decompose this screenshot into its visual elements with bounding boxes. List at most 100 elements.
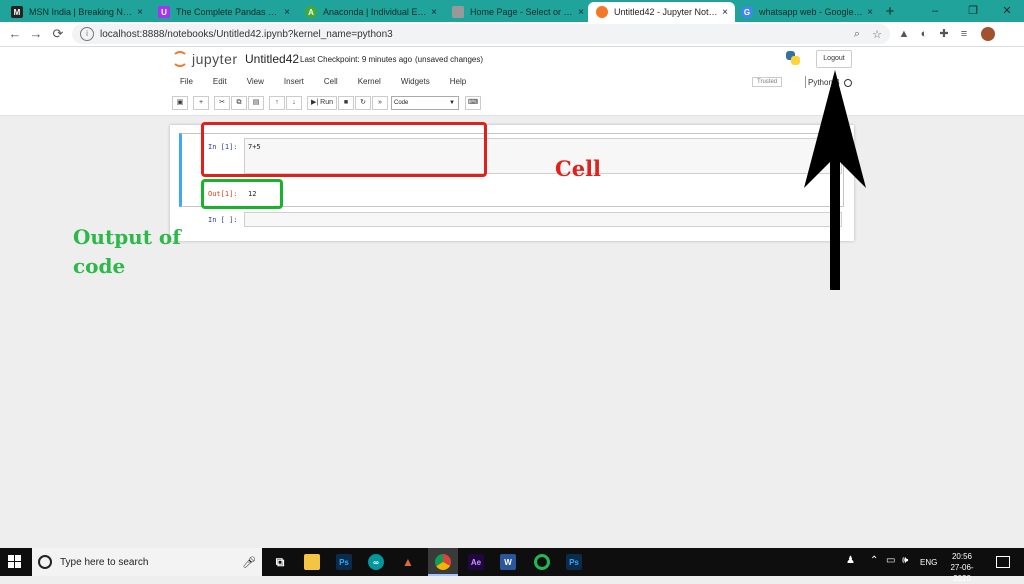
info-icon[interactable]: i (80, 27, 94, 41)
menu-kernel[interactable]: Kernel (348, 74, 391, 90)
logout-button[interactable]: Logout (816, 50, 852, 68)
move-down-icon[interactable]: ↓ (286, 96, 302, 110)
jupyter-icon (596, 6, 608, 18)
paste-icon[interactable]: ▤ (248, 96, 264, 110)
tab-title: Anaconda | Individual Edition (323, 7, 428, 17)
puzzle-extensions-icon[interactable]: ✚ (936, 26, 952, 42)
menu-file[interactable]: File (170, 74, 203, 90)
tab-google-search[interactable]: G whatsapp web - Google Search × (733, 2, 880, 22)
anaconda-icon: A (305, 6, 317, 18)
close-icon[interactable]: × (428, 7, 440, 18)
zoom-icon[interactable]: ⌕ (854, 28, 860, 41)
windows-start-icon[interactable] (8, 555, 22, 569)
back-icon[interactable]: ← (6, 25, 24, 43)
maximize-button[interactable]: ❐ (956, 2, 990, 20)
close-icon[interactable]: × (575, 7, 587, 18)
jupyter-logo[interactable]: jupyter (172, 51, 238, 67)
notebook-name[interactable]: Untitled42 (245, 52, 299, 66)
run-icon: ▶| (311, 99, 319, 106)
menu-bar: File Edit View Insert Cell Kernel Widget… (170, 74, 476, 90)
language-indicator[interactable]: ENG (920, 558, 937, 567)
spinner-app-icon[interactable] (532, 552, 552, 572)
tab-msn[interactable]: M MSN India | Breaking News, Enterta × (3, 2, 150, 22)
close-icon[interactable]: × (134, 7, 146, 18)
move-up-icon[interactable]: ↑ (269, 96, 285, 110)
profile-avatar[interactable] (981, 27, 995, 41)
tab-strip: M MSN India | Breaking News, Enterta × U… (0, 0, 1024, 22)
stop-icon[interactable]: ■ (338, 96, 354, 110)
python-icon (786, 51, 800, 65)
menu-widgets[interactable]: Widgets (391, 74, 440, 90)
window-close-button[interactable]: ✕ (990, 2, 1024, 20)
bookmark-star-icon[interactable]: ☆ (872, 28, 882, 41)
url-input[interactable]: i localhost:8888/notebooks/Untitled42.ip… (72, 24, 890, 44)
menu-cell[interactable]: Cell (314, 74, 348, 90)
close-icon[interactable]: × (864, 7, 876, 18)
taskbar-search-input[interactable]: Type here to search 🎤︎ (32, 548, 262, 576)
close-icon[interactable]: × (719, 7, 731, 18)
extension-warning-icon[interactable]: ▲ (896, 26, 912, 42)
run-button[interactable]: ▶| Run (307, 96, 337, 110)
menu-insert[interactable]: Insert (274, 74, 314, 90)
copy-icon[interactable]: ⧉ (231, 96, 247, 110)
tab-title: The Complete Pandas Bootcamp (176, 7, 281, 17)
tab-anaconda[interactable]: A Anaconda | Individual Edition × (297, 2, 444, 22)
google-icon: G (741, 6, 753, 18)
restart-icon[interactable]: ↻ (355, 96, 371, 110)
volume-icon[interactable]: 🕪︎ (902, 555, 908, 566)
menu-view[interactable]: View (237, 74, 274, 90)
photoshop-icon[interactable]: Ps (334, 552, 354, 572)
reload-icon[interactable]: ⟳ (49, 25, 67, 43)
close-icon[interactable]: × (281, 7, 293, 18)
cell-type-value: Code (394, 100, 409, 106)
menu-help[interactable]: Help (440, 74, 476, 90)
menu-edit[interactable]: Edit (203, 74, 237, 90)
cut-icon[interactable]: ✂ (214, 96, 230, 110)
notification-icon[interactable] (996, 556, 1010, 568)
page-icon (452, 6, 464, 18)
cell-type-select[interactable]: Code ▼ (391, 96, 459, 110)
trusted-badge[interactable]: Trusted (752, 77, 783, 87)
tab-title: whatsapp web - Google Search (759, 7, 864, 17)
after-effects-icon[interactable]: Ae (466, 552, 486, 572)
tab-home-page[interactable]: Home Page - Select or create a × (444, 2, 591, 22)
minimize-button[interactable]: – (918, 2, 952, 20)
forward-icon[interactable]: → (27, 25, 45, 43)
empty-cell-input[interactable] (244, 212, 842, 227)
chrome-icon[interactable] (433, 552, 453, 572)
cell-highlight-box (201, 122, 487, 177)
extension-circle-icon[interactable]: ◐ (916, 26, 932, 42)
arduino-icon[interactable]: ∞ (366, 552, 386, 572)
windows-taskbar: Type here to search 🎤︎ ⧉ Ps ∞ ▲ Ae W Ps … (0, 548, 1024, 576)
keyboard-icon[interactable]: ⌨ (465, 96, 481, 110)
tab-title: MSN India | Breaking News, Enterta (29, 7, 134, 17)
word-icon[interactable]: W (498, 552, 518, 572)
arrow-up-icon (804, 70, 866, 290)
jupyter-logo-text: jupyter (192, 51, 238, 67)
tab-title: Home Page - Select or create a (470, 7, 575, 17)
jupyter-logo-icon (172, 51, 188, 67)
notebook-toolbar: ▣ + ✂ ⧉ ▤ ↑ ↓ ▶| Run ■ ↻ » Code ▼ ⌨ (172, 96, 482, 110)
people-icon[interactable]: ♟ (846, 555, 855, 566)
chevron-up-icon[interactable]: ⌃ (870, 555, 878, 566)
taskbar-clock[interactable]: 20:56 27-06-2020 (942, 551, 982, 584)
insert-cell-icon[interactable]: + (193, 96, 209, 110)
checkpoint-status: Last Checkpoint: 9 minutes ago (300, 55, 413, 64)
tab-pandas-bootcamp[interactable]: U The Complete Pandas Bootcamp × (150, 2, 297, 22)
battery-icon[interactable]: ▭ (886, 555, 895, 566)
output-highlight-box (201, 179, 283, 209)
save-icon[interactable]: ▣ (172, 96, 188, 110)
microphone-icon[interactable]: 🎤︎ (242, 556, 256, 569)
tab-jupyter[interactable]: Untitled42 - Jupyter Notebook × (588, 2, 735, 22)
matlab-icon[interactable]: ▲ (398, 552, 418, 572)
unsaved-status: (unsaved changes) (415, 55, 484, 64)
task-view-icon[interactable]: ⧉ (270, 552, 290, 572)
file-explorer-icon[interactable] (302, 552, 322, 572)
taskbar-search-placeholder: Type here to search (60, 556, 149, 568)
empty-cell-prompt: In [ ]: (208, 216, 238, 224)
photoshop-icon-2[interactable]: Ps (564, 552, 584, 572)
jupyter-header (0, 47, 1024, 116)
reading-list-icon[interactable]: ≡ (956, 26, 972, 42)
new-tab-button[interactable]: + (881, 3, 899, 21)
restart-run-all-icon[interactable]: » (372, 96, 388, 110)
